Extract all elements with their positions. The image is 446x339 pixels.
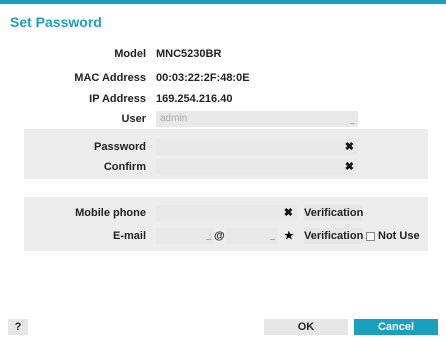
cancel-button[interactable]: Cancel	[354, 319, 438, 335]
email-verification-button[interactable]: Verification	[304, 228, 363, 244]
email-user-input[interactable]: _	[156, 228, 214, 244]
ok-button[interactable]: OK	[264, 319, 348, 335]
email-at-sign: @	[214, 230, 225, 242]
user-label: User	[121, 113, 146, 125]
user-placeholder: admin	[160, 113, 188, 124]
mobile-clear-icon[interactable]: ✖	[284, 205, 293, 221]
not-use-checkbox[interactable]	[366, 232, 375, 241]
mobile-phone-input[interactable]: ✖	[156, 205, 297, 221]
password-label: Password	[94, 141, 146, 153]
confirm-input[interactable]: ✖	[156, 159, 358, 175]
dialog-title: Set Password	[10, 14, 102, 30]
mobile-verification-button[interactable]: Verification	[304, 205, 363, 221]
confirm-label: Confirm	[103, 161, 146, 173]
model-value: MNC5230BR	[156, 48, 222, 60]
ip-address-value: 169.254.216.40	[156, 93, 233, 105]
mac-address-label: MAC Address	[74, 72, 146, 84]
password-input[interactable]: ✖	[156, 139, 358, 155]
user-field-cursor-icon: _	[349, 114, 355, 124]
confirm-clear-icon[interactable]: ✖	[345, 159, 354, 175]
help-button[interactable]: ?	[8, 319, 28, 335]
password-clear-icon[interactable]: ✖	[345, 139, 354, 155]
ip-address-label: IP Address	[89, 93, 146, 105]
mac-address-value: 00:03:22:2F:48:0E	[156, 72, 250, 84]
email-domain-cursor-icon: _	[269, 231, 275, 241]
email-user-cursor-icon: _	[205, 231, 211, 241]
set-password-dialog: Set Password Model MNC5230BR MAC Address…	[0, 0, 446, 339]
email-domain-star-icon[interactable]: ★	[284, 228, 294, 244]
email-domain-input[interactable]: _	[226, 228, 278, 244]
model-label: Model	[114, 48, 146, 60]
user-field: admin _	[156, 111, 358, 127]
mobile-phone-label: Mobile phone	[75, 207, 146, 219]
email-label: E-mail	[112, 230, 146, 242]
not-use-label: Not Use	[378, 230, 420, 242]
